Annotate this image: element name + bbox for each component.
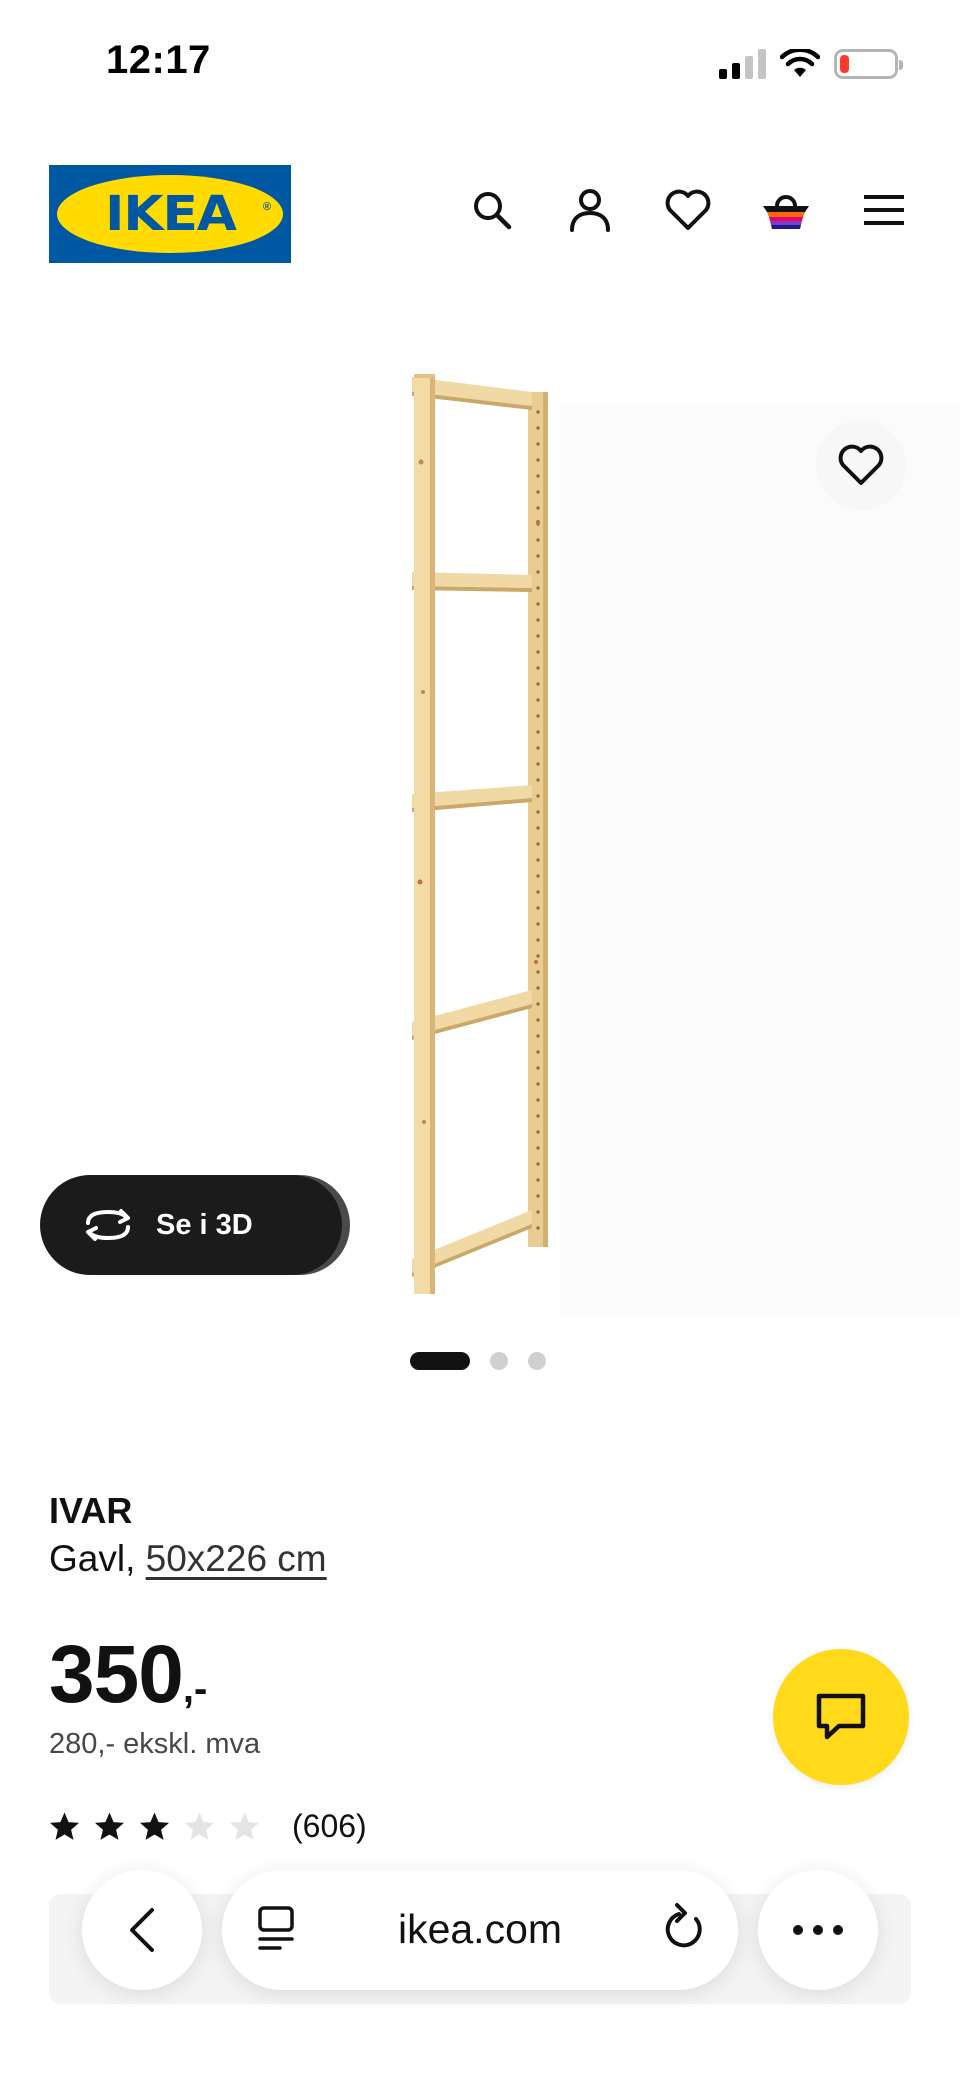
browser-toolbar: ikea.com [0, 1870, 960, 2000]
browser-url: ikea.com [397, 1906, 563, 1952]
logo-ellipse: IKEA ® [57, 175, 283, 253]
shopping-bag-icon[interactable] [758, 182, 814, 238]
browser-back-button[interactable] [82, 1870, 202, 1990]
menu-icon[interactable] [856, 182, 912, 238]
favourites-icon[interactable] [660, 182, 716, 238]
review-count[interactable]: (606) [292, 1808, 367, 1845]
pager-dot[interactable] [528, 1352, 546, 1370]
view-3d-button[interactable]: Se i 3D [40, 1175, 342, 1275]
ikea-logo[interactable]: IKEA ® [49, 165, 291, 263]
rotate-3d-icon [86, 1209, 130, 1241]
more-icon [793, 1925, 843, 1935]
price-suffix: ,- [182, 1667, 208, 1711]
star-filled-icon [95, 1812, 124, 1840]
registered-mark: ® [262, 201, 271, 213]
chat-icon [816, 1693, 866, 1740]
product-rating[interactable]: (606) [49, 1808, 367, 1845]
search-icon[interactable] [464, 182, 520, 238]
product-image [412, 374, 548, 1294]
image-pager[interactable] [410, 1352, 546, 1370]
battery-icon [834, 49, 903, 79]
product-gallery[interactable]: Se i 3D [0, 300, 960, 1370]
product-type: Gavl, [49, 1538, 136, 1579]
view-3d-label: Se i 3D [156, 1208, 253, 1241]
star-filled-icon [140, 1812, 169, 1840]
battery-level [840, 55, 850, 73]
star-filled-icon [50, 1812, 79, 1840]
heart-icon [838, 444, 884, 485]
account-icon[interactable] [562, 182, 618, 238]
browser-address-bar[interactable]: ikea.com [222, 1870, 738, 1990]
chat-button[interactable] [773, 1649, 909, 1785]
cellular-signal-icon [719, 49, 766, 79]
product-description: Gavl, 50x226 cm [49, 1538, 749, 1580]
status-time: 12:17 [106, 38, 211, 82]
product-size-link[interactable]: 50x226 cm [146, 1538, 327, 1579]
wifi-icon [780, 49, 820, 77]
price-ex-vat: 280,- ekskl. mva [49, 1728, 261, 1760]
rating-stars [49, 1811, 260, 1842]
star-empty-icon [185, 1812, 214, 1840]
price-integer: 350 [49, 1629, 184, 1720]
header-icons [464, 182, 912, 238]
reload-icon[interactable] [662, 1902, 708, 1954]
star-empty-icon [230, 1812, 259, 1840]
pager-dot-active[interactable] [410, 1352, 470, 1370]
back-icon [130, 1908, 154, 1952]
site-header: IKEA ® [0, 160, 960, 270]
status-icons [719, 44, 903, 84]
image-favourite-button[interactable] [816, 420, 906, 510]
logo-text: IKEA [104, 186, 237, 242]
status-bar: 12:17 [0, 0, 960, 120]
product-info: IVAR Gavl, 50x226 cm [49, 1490, 749, 1580]
pager-dot[interactable] [490, 1352, 508, 1370]
product-name: IVAR [49, 1490, 133, 1531]
product-price: 350 ,- [49, 1628, 207, 1722]
browser-more-button[interactable] [758, 1870, 878, 1990]
gallery-background [560, 405, 960, 1315]
